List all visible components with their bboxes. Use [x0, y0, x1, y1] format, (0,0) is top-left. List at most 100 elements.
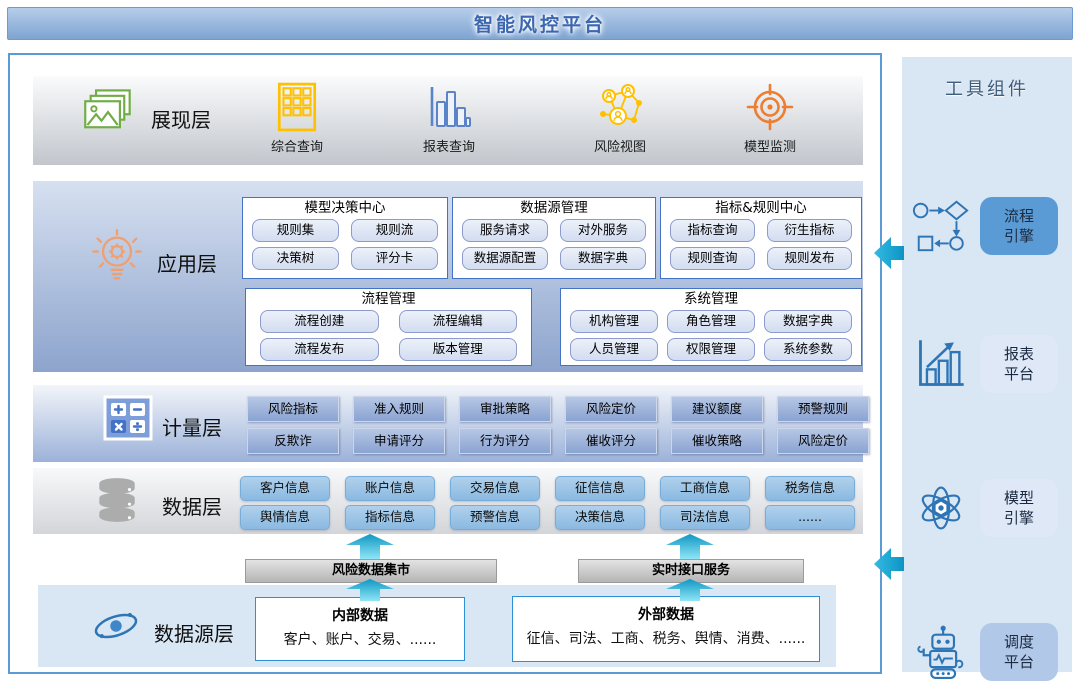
app-chip: 版本管理 — [399, 338, 518, 361]
external-data-title: 外部数据 — [513, 604, 819, 624]
app-chip: 流程编辑 — [399, 310, 518, 333]
report-icon — [910, 337, 972, 391]
database-icon — [92, 476, 142, 528]
internal-data-desc: 客户、账户、交易、...... — [256, 629, 464, 649]
measurement-layer-label: 计量层 — [162, 412, 222, 441]
pictures-icon — [82, 88, 134, 138]
app-chip: 数据源配置 — [462, 247, 548, 270]
data-chip: 账户信息 — [345, 476, 435, 501]
external-data-box: 外部数据 征信、司法、工商、税务、舆情、消费、...... — [512, 596, 820, 662]
measure-chip: 审批策略 — [459, 396, 551, 422]
sidebar-item-flow-engine: 流程引擎 — [910, 197, 1066, 255]
measure-chip: 预警规则 — [777, 396, 869, 422]
sidebar-item-model-engine: 模型引擎 — [910, 479, 1066, 537]
group-title: 指标&规则中心 — [661, 198, 861, 218]
pres-item: 报表查询 — [389, 80, 509, 155]
data-chip: ...... — [765, 505, 855, 530]
atom-icon — [910, 480, 972, 536]
internal-data-title: 内部数据 — [256, 605, 464, 625]
measure-chip: 风险定价 — [777, 428, 869, 454]
data-chip: 决策信息 — [555, 505, 645, 530]
data-chip: 舆情信息 — [240, 505, 330, 530]
data-chip: 交易信息 — [450, 476, 540, 501]
app-chip: 机构管理 — [570, 310, 658, 333]
measure-chip: 反欺诈 — [247, 428, 339, 454]
sidebar-item-label: 流程引擎 — [1002, 206, 1036, 247]
data-chip: 预警信息 — [450, 505, 540, 530]
app-chip: 规则集 — [252, 219, 339, 242]
group-system-management: 系统管理 机构管理 角色管理 数据字典 人员管理 权限管理 系统参数 — [560, 288, 862, 366]
app-chip: 流程创建 — [260, 310, 379, 333]
sidebar-item-label: 调度平台 — [1002, 632, 1036, 673]
app-chip: 规则流 — [351, 219, 438, 242]
sidebar-item-label: 模型引擎 — [1002, 488, 1036, 529]
app-chip: 系统参数 — [764, 338, 852, 361]
data-chip: 指标信息 — [345, 505, 435, 530]
page-title: 智能风控平台 — [474, 10, 606, 37]
pres-item-label: 综合查询 — [237, 136, 357, 155]
left-arrow — [874, 234, 904, 276]
bulb-gear-icon — [88, 228, 146, 292]
app-chip: 规则查询 — [670, 247, 755, 270]
app-chip: 流程发布 — [260, 338, 379, 361]
grid-icon — [237, 80, 357, 132]
sidebar-item-report-platform: 报表平台 — [910, 335, 1066, 393]
pres-item-label: 报表查询 — [389, 136, 509, 155]
sidebar-box: 报表平台 — [980, 335, 1058, 393]
left-arrow — [874, 545, 904, 587]
app-chip: 指标查询 — [670, 219, 755, 242]
robot-icon — [910, 623, 972, 681]
intelligent-risk-platform-diagram: 智能风控平台 展现层 综合查询 — [0, 0, 1080, 682]
pres-item: 风险视图 — [560, 80, 680, 155]
group-process-management: 流程管理 流程创建 流程编辑 流程发布 版本管理 — [245, 288, 532, 366]
data-chip: 客户信息 — [240, 476, 330, 501]
data-chip: 税务信息 — [765, 476, 855, 501]
pres-item: 模型监测 — [710, 80, 830, 155]
network-icon — [560, 80, 680, 132]
app-chip: 决策树 — [252, 247, 339, 270]
up-arrow — [664, 534, 716, 563]
external-data-desc: 征信、司法、工商、税务、舆情、消费、...... — [513, 628, 819, 648]
data-layer-label: 数据层 — [162, 491, 222, 520]
internal-data-box: 内部数据 客户、账户、交易、...... — [255, 597, 465, 661]
measure-chip: 催收评分 — [565, 428, 657, 454]
measure-chip: 申请评分 — [353, 428, 445, 454]
pres-item: 综合查询 — [237, 80, 357, 155]
data-chip: 工商信息 — [660, 476, 750, 501]
sidebar-box: 流程引擎 — [980, 197, 1058, 255]
measure-chip: 准入规则 — [353, 396, 445, 422]
measure-chip: 风险定价 — [565, 396, 657, 422]
group-title: 流程管理 — [246, 289, 531, 309]
presentation-layer-label: 展现层 — [151, 104, 211, 133]
app-chip: 评分卡 — [351, 247, 438, 270]
app-chip: 数据字典 — [764, 310, 852, 333]
app-chip: 服务请求 — [462, 219, 548, 242]
sidebar-item-label: 报表平台 — [1002, 344, 1036, 385]
measure-chip: 建议额度 — [671, 396, 763, 422]
group-model-decision-center: 模型决策中心 规则集 规则流 决策树 评分卡 — [242, 197, 448, 279]
app-chip: 角色管理 — [667, 310, 755, 333]
app-chip: 对外服务 — [560, 219, 646, 242]
up-arrow — [664, 579, 716, 605]
app-chip: 权限管理 — [667, 338, 755, 361]
bar-chart-icon — [389, 80, 509, 132]
title-banner: 智能风控平台 — [7, 7, 1073, 40]
app-chip: 数据字典 — [560, 247, 646, 270]
flow-icon — [910, 199, 972, 253]
group-title: 模型决策中心 — [243, 198, 447, 218]
calculator-icon — [103, 395, 153, 445]
pres-item-label: 风险视图 — [560, 136, 680, 155]
measure-chip: 行为评分 — [459, 428, 551, 454]
up-arrow — [344, 579, 396, 605]
app-chip: 衍生指标 — [767, 219, 852, 242]
galaxy-icon — [90, 602, 142, 654]
up-arrow — [344, 534, 396, 563]
app-chip: 人员管理 — [570, 338, 658, 361]
data-chip: 司法信息 — [660, 505, 750, 530]
data-chip: 征信信息 — [555, 476, 645, 501]
tools-sidebar: 工具组件 流程引擎 — [902, 57, 1072, 672]
sidebar-box: 调度平台 — [980, 623, 1058, 681]
measure-chip: 催收策略 — [671, 428, 763, 454]
measure-chip: 风险指标 — [247, 396, 339, 422]
target-icon — [710, 80, 830, 132]
